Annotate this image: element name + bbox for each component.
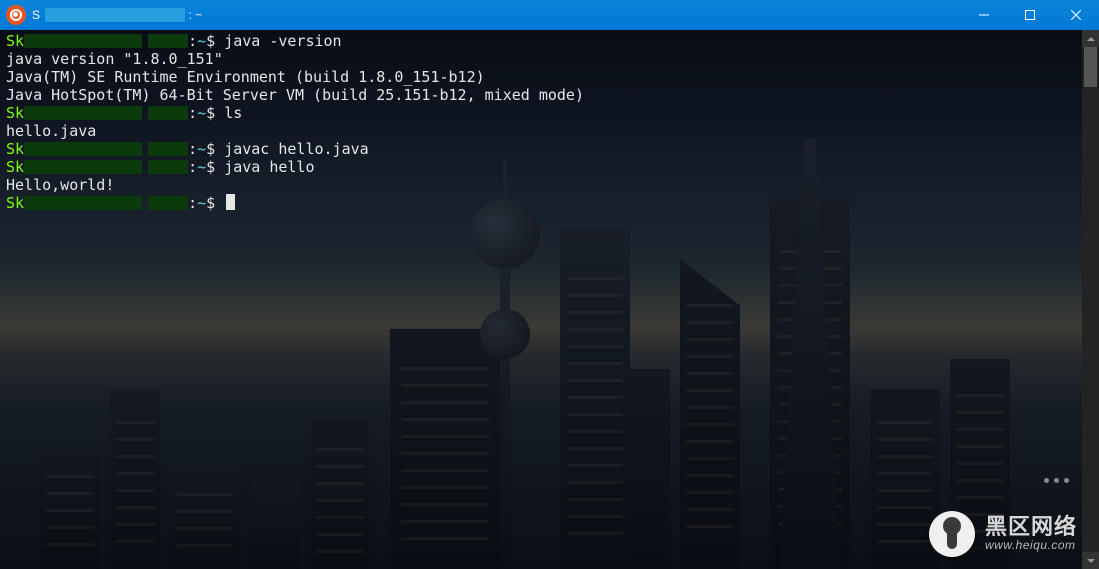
terminal-output-line: java version "1.8.0_151" [6, 50, 1093, 68]
close-button[interactable] [1053, 0, 1099, 30]
terminal-output[interactable]: Sk:~$ java -versionjava version "1.8.0_1… [0, 30, 1099, 569]
terminal-prompt-line: Sk:~$ java hello [6, 158, 1093, 176]
redacted-hostname [148, 34, 188, 48]
redacted-hostname [24, 196, 142, 210]
title-prefix: S [32, 8, 41, 22]
terminal-window: S : ~ [0, 0, 1099, 569]
scroll-thumb[interactable] [1084, 47, 1097, 87]
scroll-down-button[interactable] [1082, 552, 1099, 569]
terminal-prompt-line: Sk:~$ javac hello.java [6, 140, 1093, 158]
terminal-client-area: Sk:~$ java -versionjava version "1.8.0_1… [0, 30, 1099, 569]
minimize-button[interactable] [961, 0, 1007, 30]
window-titlebar[interactable]: S : ~ [0, 0, 1099, 30]
redacted-hostname [24, 106, 142, 120]
scroll-track[interactable] [1082, 47, 1099, 552]
title-redacted [45, 8, 185, 22]
maximize-button[interactable] [1007, 0, 1053, 30]
terminal-prompt-line: Sk:~$ java -version [6, 32, 1093, 50]
terminal-prompt-line: Sk:~$ [6, 194, 1093, 212]
cursor [226, 194, 235, 210]
redacted-hostname [148, 106, 188, 120]
decorative-dots [1044, 478, 1069, 483]
scroll-up-button[interactable] [1082, 30, 1099, 47]
redacted-hostname [148, 142, 188, 156]
redacted-hostname [24, 160, 142, 174]
ubuntu-icon [6, 5, 26, 25]
terminal-output-line: Hello,world! [6, 176, 1093, 194]
redacted-hostname [148, 160, 188, 174]
terminal-output-line: hello.java [6, 122, 1093, 140]
terminal-prompt-line: Sk:~$ ls [6, 104, 1093, 122]
redacted-hostname [24, 142, 142, 156]
window-controls [961, 0, 1099, 30]
scrollbar-vertical[interactable] [1082, 30, 1099, 569]
redacted-hostname [24, 34, 142, 48]
terminal-output-line: Java HotSpot(TM) 64-Bit Server VM (build… [6, 86, 1093, 104]
terminal-output-line: Java(TM) SE Runtime Environment (build 1… [6, 68, 1093, 86]
redacted-hostname [148, 196, 188, 210]
title-suffix: : ~ [189, 8, 203, 22]
